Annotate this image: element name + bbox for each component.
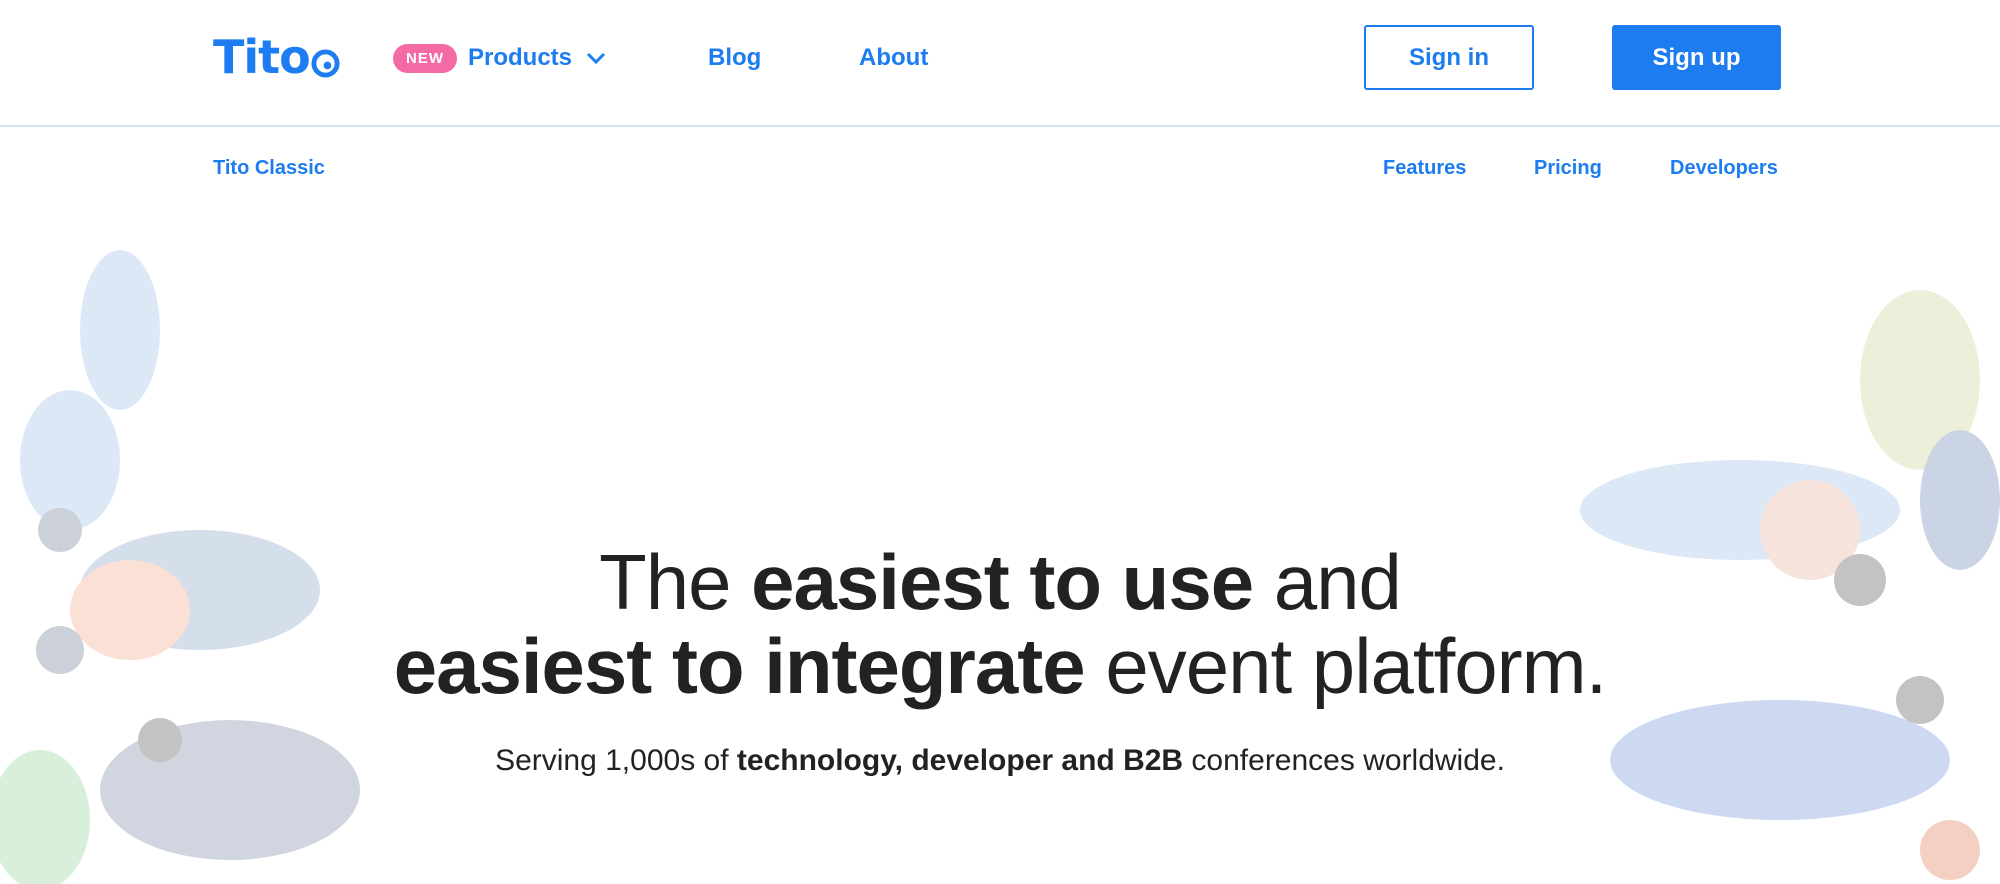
products-dropdown[interactable]: Products [468,44,606,72]
developers-link[interactable]: Developers [1670,157,1778,180]
chevron-down-icon [586,52,606,65]
hero-subheading: Serving 1,000s of technology, developer … [0,744,2000,778]
logo-text: Tito [213,30,311,84]
nav-blog-link[interactable]: Blog [708,44,761,72]
top-navigation: Tito NEW Products Blog About Sign in Sig… [0,0,2000,127]
hero-heading-part: and [1253,538,1402,626]
hero-heading-emphasis: easiest to use [751,538,1254,626]
nav-about-link[interactable]: About [859,44,928,72]
products-menu[interactable]: NEW Products [393,40,606,76]
hero-sub-emphasis: technology, developer and B2B [736,744,1184,777]
sign-up-button[interactable]: Sign up [1612,25,1781,90]
new-badge: NEW [393,43,457,73]
pricing-link[interactable]: Pricing [1534,157,1602,180]
sign-in-button[interactable]: Sign in [1364,25,1534,90]
hero-sub-part: conferences worldwide. [1183,744,1505,777]
features-link[interactable]: Features [1383,157,1466,180]
hero-heading-part: The [599,538,752,626]
products-label: Products [468,44,573,71]
tito-classic-link[interactable]: Tito Classic [213,157,325,180]
hero-heading: The easiest to use and easiest to integr… [0,540,2000,708]
hero: The easiest to use and easiest to integr… [0,540,2000,778]
logo[interactable]: Tito [213,30,340,84]
hero-heading-part: event platform. [1084,622,1607,710]
logo-swirl-icon [311,48,340,78]
hero-sub-part: Serving 1,000s of [495,744,737,777]
hero-heading-emphasis: easiest to integrate [393,622,1086,710]
